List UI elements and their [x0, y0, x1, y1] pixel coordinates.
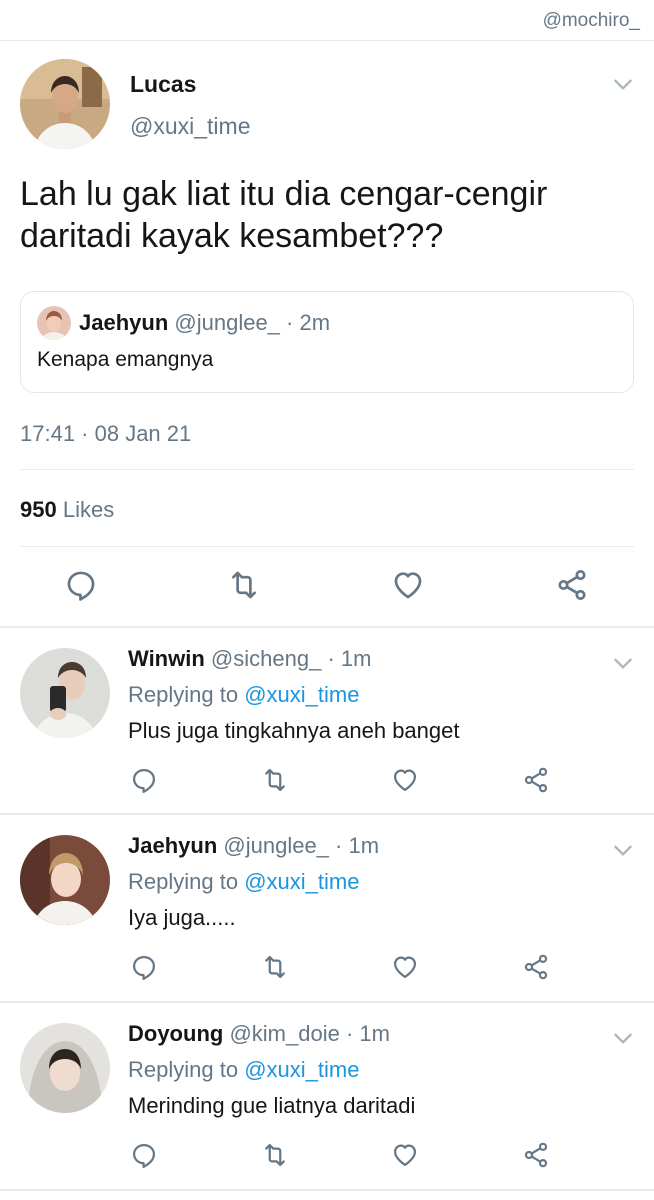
quote-author-handle: @junglee_: [174, 310, 280, 335]
reply-icon[interactable]: [64, 568, 98, 602]
heart-icon[interactable]: [391, 568, 425, 602]
mention-link[interactable]: @xuxi_time: [244, 1057, 359, 1082]
reply-icon[interactable]: [130, 1141, 158, 1169]
replying-prefix: Replying to: [128, 682, 239, 707]
reply-icon[interactable]: [130, 953, 158, 981]
reply-time: 1m: [359, 1021, 390, 1046]
quoted-tweet[interactable]: Jaehyun @junglee_ · 2m Kenapa emangnya: [20, 291, 634, 393]
avatar: [37, 306, 71, 340]
reply-tweet[interactable]: Jaehyun @junglee_ · 1m Replying to @xuxi…: [0, 815, 654, 1001]
replying-to: Replying to @xuxi_time: [128, 1057, 359, 1083]
mention-link[interactable]: @xuxi_time: [244, 682, 359, 707]
divider: [0, 1189, 654, 1191]
share-icon[interactable]: [522, 1141, 550, 1169]
share-icon[interactable]: [555, 568, 589, 602]
mention-link[interactable]: @xuxi_time: [244, 869, 359, 894]
separator-dot: ·: [335, 833, 343, 858]
tweet-timestamp: 17:41 · 08 Jan 21: [20, 421, 192, 446]
avatar[interactable]: [20, 835, 110, 925]
retweet-icon[interactable]: [261, 766, 289, 794]
replying-prefix: Replying to: [128, 869, 239, 894]
main-tweet: Lucas @xuxi_time Lah lu gak liat itu dia…: [0, 41, 654, 627]
reply-author-name[interactable]: Jaehyun: [128, 833, 217, 858]
divider: [20, 469, 634, 470]
reply-author-name[interactable]: Doyoung: [128, 1021, 223, 1046]
reply-author-handle[interactable]: @junglee_: [223, 833, 329, 858]
reply-author-handle[interactable]: @kim_doie: [229, 1021, 339, 1046]
replying-to: Replying to @xuxi_time: [128, 682, 359, 708]
reply-author-handle[interactable]: @sicheng_: [211, 646, 321, 671]
heart-icon[interactable]: [391, 766, 419, 794]
chevron-down-icon[interactable]: [610, 837, 636, 863]
reply-tweet[interactable]: Winwin @sicheng_ · 1m Replying to @xuxi_…: [0, 628, 654, 814]
quote-author-name: Jaehyun: [79, 310, 169, 335]
reply-header: Winwin @sicheng_ · 1m: [128, 646, 371, 672]
tweet-text: Lah lu gak liat itu dia cengar-cengir da…: [20, 175, 548, 255]
share-icon[interactable]: [522, 766, 550, 794]
reply-author-name[interactable]: Winwin: [128, 646, 205, 671]
heart-icon[interactable]: [391, 1141, 419, 1169]
retweet-icon[interactable]: [261, 1141, 289, 1169]
reply-time: 1m: [348, 833, 380, 858]
retweet-icon[interactable]: [261, 953, 289, 981]
reply-time: 1m: [340, 646, 372, 671]
reply-header: Jaehyun @junglee_ · 1m: [128, 833, 379, 859]
avatar[interactable]: [20, 1023, 110, 1113]
author-handle[interactable]: @xuxi_time: [130, 113, 251, 140]
reply-icon[interactable]: [130, 766, 158, 794]
reply-tweet[interactable]: Doyoung @kim_doie · 1m Replying to @xuxi…: [0, 1003, 654, 1189]
likes-label: Likes: [62, 497, 115, 522]
separator-dot: ·: [286, 310, 294, 335]
reply-text: Plus juga tingkahnya aneh banget: [128, 718, 460, 743]
quote-header: Jaehyun @junglee_ · 2m: [79, 310, 330, 336]
retweet-icon[interactable]: [227, 568, 261, 602]
avatar[interactable]: [20, 648, 110, 738]
heart-icon[interactable]: [391, 953, 419, 981]
share-icon[interactable]: [522, 953, 550, 981]
watermark: @mochiro_: [542, 10, 640, 31]
likes-summary[interactable]: 950 Likes: [20, 497, 114, 523]
likes-count: 950: [20, 497, 57, 522]
quote-text: Kenapa emangnya: [37, 348, 214, 371]
reply-text: Merinding gue liatnya daritadi: [128, 1093, 416, 1118]
separator-dot: ·: [327, 646, 335, 671]
quote-time: 2m: [299, 310, 331, 335]
chevron-down-icon[interactable]: [610, 1025, 636, 1051]
author-name[interactable]: Lucas: [130, 71, 196, 98]
avatar[interactable]: [20, 59, 110, 149]
replying-prefix: Replying to: [128, 1057, 239, 1082]
replying-to: Replying to @xuxi_time: [128, 869, 359, 895]
separator-dot: ·: [345, 1021, 354, 1046]
divider: [20, 546, 634, 547]
chevron-down-icon[interactable]: [610, 71, 636, 97]
reply-header: Doyoung @kim_doie · 1m: [128, 1021, 390, 1047]
reply-text: Iya juga.....: [128, 905, 236, 930]
chevron-down-icon[interactable]: [610, 650, 636, 676]
